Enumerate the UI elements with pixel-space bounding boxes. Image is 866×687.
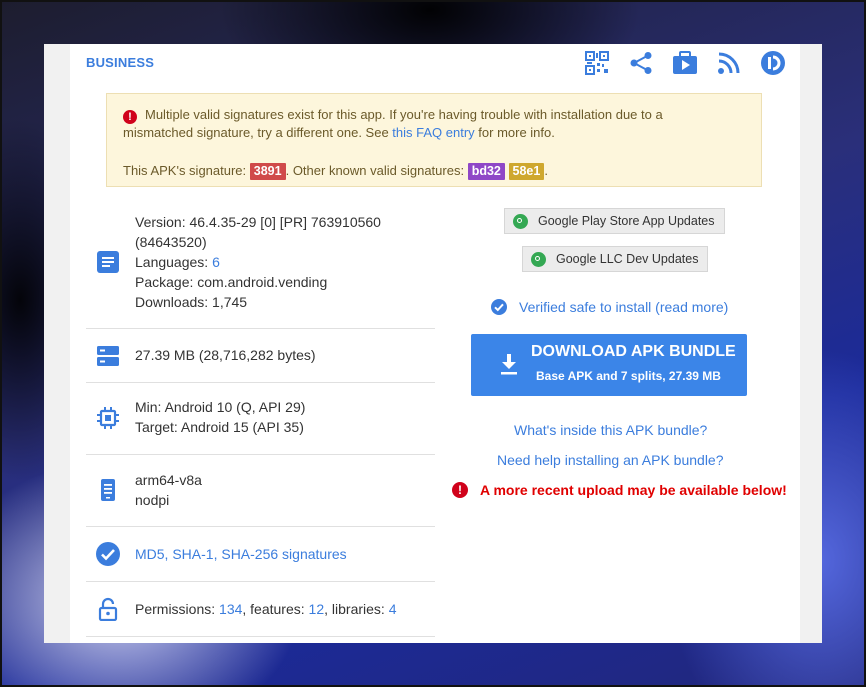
version-row: Version: 46.4.35-29 [0] [PR] 763910560 (… bbox=[86, 201, 435, 329]
check-circle-icon bbox=[491, 299, 507, 315]
libraries-link[interactable]: 4 bbox=[389, 601, 397, 617]
arch-row: arm64-v8a nodpi bbox=[86, 455, 435, 527]
google-llc-updates-button[interactable]: Google LLC Dev Updates bbox=[522, 246, 709, 272]
signature-line: This APK's signature: 3891. Other known … bbox=[123, 162, 745, 180]
target-sdk-text: Target: Android 15 (API 35) bbox=[135, 419, 304, 435]
other-signatures-label: . Other known valid signatures: bbox=[285, 163, 465, 178]
apkmirror-icon[interactable] bbox=[758, 48, 788, 78]
play-store-updates-button[interactable]: Google Play Store App Updates bbox=[504, 208, 725, 234]
alert-text-line1: Multiple valid signatures exist for this… bbox=[145, 107, 663, 122]
whats-inside-link[interactable]: What's inside this APK bundle? bbox=[514, 422, 707, 438]
signature-label: This APK's signature: bbox=[123, 163, 247, 178]
faq-link[interactable]: this FAQ entry bbox=[392, 125, 474, 140]
languages-label: Languages: bbox=[135, 254, 209, 270]
architecture-text: arm64-v8a bbox=[135, 472, 202, 488]
share-icon[interactable] bbox=[626, 48, 656, 78]
permissions-label: Permissions: bbox=[135, 601, 216, 617]
other-signature-badge[interactable]: bd32 bbox=[467, 163, 505, 180]
details-list: Version: 46.4.35-29 [0] [PR] 763910560 (… bbox=[86, 201, 435, 637]
apkmirror-green-icon bbox=[531, 251, 546, 267]
signature-alert: ! Multiple valid signatures exist for thi… bbox=[106, 93, 762, 187]
warning-text: A more recent upload may be available be… bbox=[480, 482, 787, 498]
permissions-text: Permissions: 134, features: 12, librarie… bbox=[135, 599, 397, 619]
chip-icon bbox=[95, 405, 121, 431]
rss-icon[interactable] bbox=[714, 48, 744, 78]
verified-check-icon bbox=[95, 541, 121, 567]
content-panel: BUSINESS ! Multiple valid signatures exi… bbox=[44, 44, 822, 643]
qr-code-icon[interactable] bbox=[582, 48, 612, 78]
features-label: , features: bbox=[242, 601, 305, 617]
verified-safe-link[interactable]: Verified safe to install (read more) bbox=[490, 298, 728, 316]
signature-badge: 3891 bbox=[249, 163, 286, 180]
header-icons bbox=[582, 47, 788, 79]
recent-upload-warning: ! A more recent upload may be available … bbox=[452, 482, 787, 498]
size-text: 27.39 MB (28,716,282 bytes) bbox=[135, 347, 316, 363]
play-store-icon[interactable] bbox=[670, 48, 700, 78]
app-details-card: BUSINESS ! Multiple valid signatures exi… bbox=[70, 44, 800, 643]
pill-label: Google Play Store App Updates bbox=[538, 214, 715, 228]
alert-text-line2-end: for more info. bbox=[474, 125, 555, 140]
storage-icon bbox=[95, 343, 121, 369]
apkmirror-green-icon bbox=[513, 213, 528, 229]
alert-message: ! Multiple valid signatures exist for thi… bbox=[123, 106, 745, 142]
size-row: 27.39 MB (28,716,282 bytes) bbox=[86, 329, 435, 383]
phone-icon bbox=[95, 477, 121, 503]
error-icon: ! bbox=[123, 110, 137, 124]
permissions-row: Permissions: 134, features: 12, librarie… bbox=[86, 582, 435, 637]
permissions-link[interactable]: 134 bbox=[219, 601, 242, 617]
document-icon bbox=[95, 249, 121, 275]
languages-link[interactable]: 6 bbox=[212, 254, 220, 270]
signatures-link[interactable]: MD5, SHA-1, SHA-256 signatures bbox=[135, 544, 347, 564]
download-subtitle: Base APK and 7 splits, 27.39 MB bbox=[536, 369, 721, 383]
category-link[interactable]: BUSINESS bbox=[86, 55, 154, 70]
libraries-label: , libraries: bbox=[324, 601, 385, 617]
lock-icon bbox=[95, 596, 121, 622]
download-icon bbox=[499, 353, 519, 380]
package-text: Package: com.android.vending bbox=[135, 274, 328, 290]
dpi-text: nodpi bbox=[135, 492, 170, 508]
signature-end: . bbox=[544, 163, 548, 178]
other-signature-badge[interactable]: 58e1 bbox=[508, 163, 545, 180]
min-sdk-text: Min: Android 10 (Q, API 29) bbox=[135, 399, 306, 415]
downloads-text: Downloads: 1,745 bbox=[135, 294, 248, 310]
languages-text: Languages: 6 bbox=[135, 252, 381, 272]
verified-text: Verified safe to install (read more) bbox=[519, 299, 729, 315]
version-code: (84643520) bbox=[135, 234, 207, 250]
pill-label: Google LLC Dev Updates bbox=[556, 252, 699, 266]
version-text: Version: 46.4.35-29 [0] [PR] 763910560 bbox=[135, 214, 381, 230]
signatures-row: MD5, SHA-1, SHA-256 signatures bbox=[86, 527, 435, 582]
download-title: DOWNLOAD APK BUNDLE bbox=[531, 343, 736, 360]
download-apk-bundle-button[interactable]: DOWNLOAD APK BUNDLE Base APK and 7 split… bbox=[471, 334, 747, 396]
need-help-link[interactable]: Need help installing an APK bundle? bbox=[497, 452, 724, 468]
sdk-row: Min: Android 10 (Q, API 29) Target: Andr… bbox=[86, 383, 435, 455]
alert-text-line2: mismatched signature, try a different on… bbox=[123, 125, 393, 140]
features-link[interactable]: 12 bbox=[309, 601, 325, 617]
warning-icon: ! bbox=[452, 482, 468, 498]
